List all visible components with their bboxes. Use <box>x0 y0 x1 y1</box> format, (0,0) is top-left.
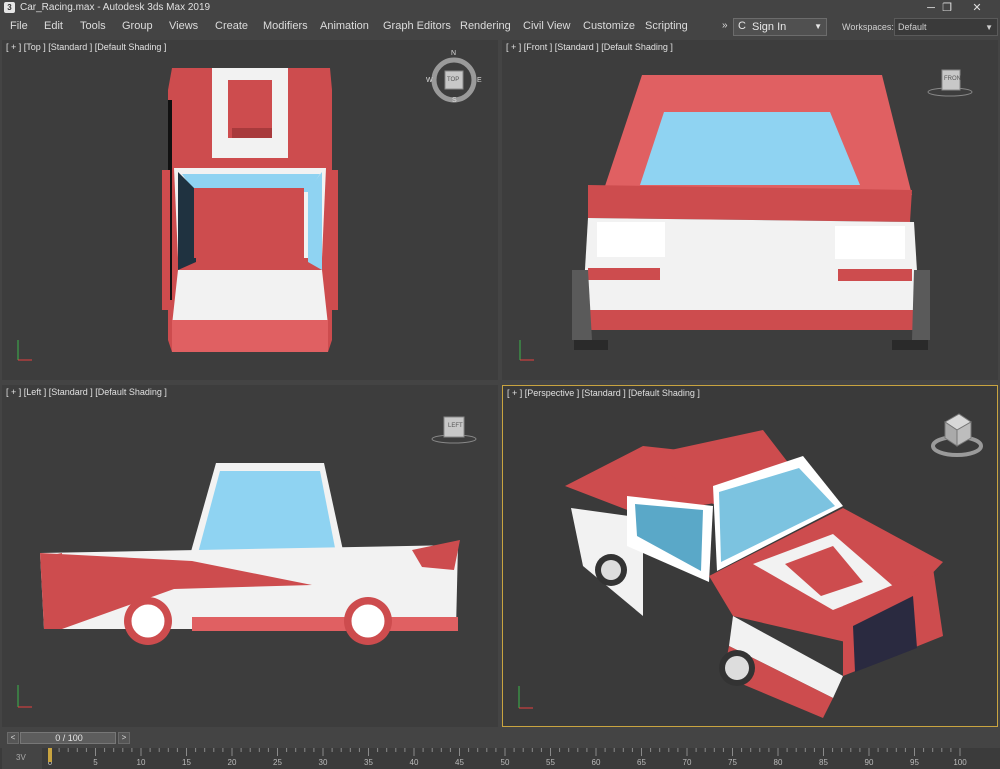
ruler-tick-label: 75 <box>728 758 737 767</box>
menu-group[interactable]: Group <box>122 20 153 32</box>
menu-file[interactable]: File <box>10 20 28 32</box>
front-view-car <box>519 75 930 361</box>
viewcube-face-label: TOP <box>447 77 460 83</box>
menu-customize[interactable]: Customize <box>583 20 635 32</box>
next-frame-button[interactable]: > <box>118 732 130 744</box>
menu-edit[interactable]: Edit <box>44 20 63 32</box>
menu-create[interactable]: Create <box>215 20 248 32</box>
ruler-tick-label: 5 <box>93 758 98 767</box>
top-view-car <box>17 68 338 361</box>
ruler-tick-label: 85 <box>819 758 828 767</box>
viewport-label-perspective[interactable]: [ + ] [Perspective ] [Standard ] [Defaul… <box>507 388 700 398</box>
app-logo-icon[interactable]: 3 <box>4 2 15 13</box>
ruler-tick-label: 40 <box>410 758 419 767</box>
menu-scripting[interactable]: Scripting <box>645 20 688 32</box>
ruler-tick-label: 20 <box>228 758 237 767</box>
viewcube[interactable]: LEFT <box>430 413 478 445</box>
track-bar-ruler: 0 5 10 15 20 25 30 35 40 45 50 55 60 65 70 75 80 85 90 95 10… <box>48 748 967 767</box>
close-button[interactable]: ✕ <box>954 0 1000 16</box>
menu-modifiers[interactable]: Modifiers <box>263 20 308 32</box>
current-frame-marker[interactable] <box>48 748 52 762</box>
compass-n: N <box>451 50 457 57</box>
track-bar-corner-label: 3V <box>16 753 26 762</box>
ruler-tick-label: 15 <box>182 758 191 767</box>
compass-e: E <box>477 77 482 84</box>
compass-w: W <box>426 77 433 84</box>
viewport-left[interactable]: [ + ] [Left ] [Standard ] [Default Shadi… <box>2 385 498 727</box>
viewport-label-left[interactable]: [ + ] [Left ] [Standard ] [Default Shadi… <box>6 387 167 397</box>
ruler-tick-label: 45 <box>455 758 464 767</box>
workspace-value: Default <box>898 22 927 32</box>
viewcube-face-label: LEFT <box>448 423 463 429</box>
ruler-tick-label: 25 <box>273 758 282 767</box>
menu-overflow-icon[interactable]: » <box>722 20 728 31</box>
sign-in-dropdown[interactable]: C Sign In ▼ <box>733 18 827 36</box>
chevron-down-icon: ▼ <box>985 23 993 32</box>
ruler-tick-label: 30 <box>319 758 328 767</box>
time-slider[interactable]: 0 / 100 <box>20 732 116 744</box>
user-icon: C <box>738 20 746 32</box>
ruler-tick-label: 60 <box>592 758 601 767</box>
menu-animation[interactable]: Animation <box>320 20 369 32</box>
left-view-car <box>17 463 460 708</box>
ruler-tick-label: 80 <box>774 758 783 767</box>
viewport-perspective[interactable]: [ + ] [Perspective ] [Standard ] [Defaul… <box>502 385 998 727</box>
ruler-tick-label: 10 <box>137 758 146 767</box>
menu-civil-view[interactable]: Civil View <box>523 20 570 32</box>
perspective-view-car <box>518 430 943 718</box>
compass-s: S <box>452 97 457 104</box>
time-slider-bar <box>0 729 1000 747</box>
workspace-select[interactable]: Default ▼ <box>894 18 998 36</box>
ruler-tick-label: 100 <box>953 758 967 767</box>
prev-frame-button[interactable]: < <box>7 732 19 744</box>
ruler-tick-label: 35 <box>364 758 373 767</box>
sign-in-label: Sign In <box>752 21 787 33</box>
ruler-tick-label: 90 <box>865 758 874 767</box>
menu-graph-editors[interactable]: Graph Editors <box>383 20 451 32</box>
viewcube-compass[interactable]: N S W E TOP <box>426 50 482 104</box>
window-title: Car_Racing.max - Autodesk 3ds Max 2019 <box>20 2 211 13</box>
viewcube[interactable]: FRON <box>926 66 974 98</box>
viewport-front[interactable]: [ + ] [Front ] [Standard ] [Default Shad… <box>502 40 998 380</box>
title-bar: 3 Car_Racing.max - Autodesk 3ds Max 2019… <box>0 0 1000 16</box>
menu-tools[interactable]: Tools <box>80 20 106 32</box>
ruler-tick-label: 50 <box>501 758 510 767</box>
ruler-tick-label: 65 <box>637 758 646 767</box>
viewcube[interactable] <box>929 408 985 460</box>
track-bar-corner[interactable]: 3V <box>2 748 42 769</box>
viewcube-face-label: FRON <box>944 76 961 82</box>
menu-views[interactable]: Views <box>169 20 198 32</box>
ruler-tick-label: 55 <box>546 758 555 767</box>
viewport-label-top[interactable]: [ + ] [Top ] [Standard ] [Default Shadin… <box>6 42 166 52</box>
ruler-tick-label: 95 <box>910 758 919 767</box>
frame-counter: 0 / 100 <box>55 733 83 743</box>
viewport-top[interactable]: [ + ] [Top ] [Standard ] [Default Shadin… <box>2 40 498 380</box>
chevron-down-icon: ▼ <box>814 22 822 31</box>
menu-rendering[interactable]: Rendering <box>460 20 511 32</box>
ruler-tick-label: 70 <box>683 758 692 767</box>
workspaces-label: Workspaces: <box>842 22 894 32</box>
viewport-label-front[interactable]: [ + ] [Front ] [Standard ] [Default Shad… <box>506 42 673 52</box>
